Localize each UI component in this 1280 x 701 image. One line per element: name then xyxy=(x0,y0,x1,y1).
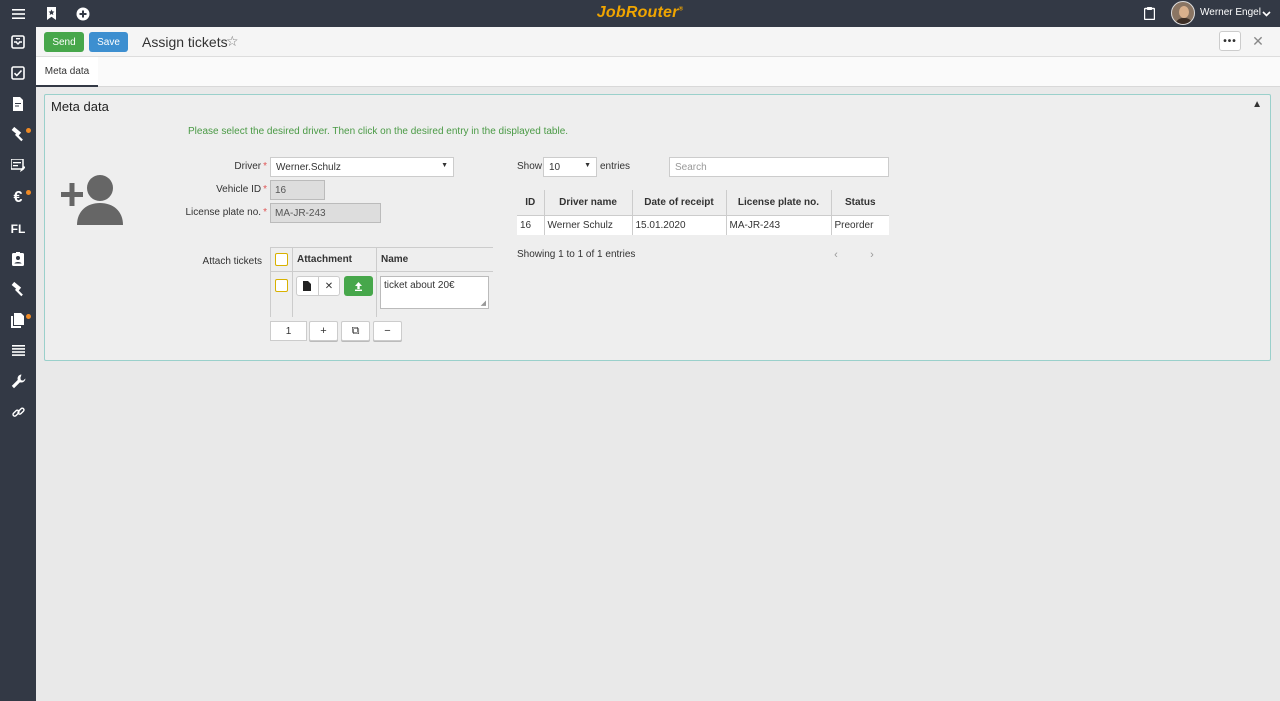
ticket-name-textarea[interactable]: ticket about 20€ ◢ xyxy=(380,276,489,309)
table-cell: Preorder xyxy=(831,215,889,235)
table-row[interactable]: 16 Werner Schulz 15.01.2020 MA-JR-243 Pr… xyxy=(517,215,889,235)
attach-tickets-label: Attach tickets xyxy=(202,256,262,267)
sidebar-item-tasks[interactable] xyxy=(0,59,36,89)
column-header-driver-name[interactable]: Driver name xyxy=(544,190,633,216)
show-label: Show xyxy=(517,161,543,172)
resize-grip-icon[interactable]: ◢ xyxy=(481,299,486,307)
more-options-button[interactable]: ••• xyxy=(1219,31,1241,51)
sidebar-item-list[interactable] xyxy=(0,337,36,367)
table-cell: 15.01.2020 xyxy=(632,215,727,235)
document-icon xyxy=(12,96,24,114)
user-name[interactable]: Werner Engel xyxy=(1200,7,1261,18)
driver-select-value: Werner.Schulz xyxy=(276,161,341,173)
add-user-icon xyxy=(61,173,125,227)
panel-title: Meta data xyxy=(51,99,109,114)
remove-file-icon[interactable]: ✕ xyxy=(317,277,339,295)
tab-meta-data[interactable]: Meta data xyxy=(36,57,98,87)
sidebar-item-inbox[interactable] xyxy=(0,28,36,58)
close-icon[interactable]: ✕ xyxy=(1250,32,1266,50)
link-icon xyxy=(11,406,25,422)
contact-card-icon xyxy=(12,251,24,269)
attachment-grid: Attachment Name ✕ ticket about 20€ ◢ xyxy=(270,247,493,317)
page-title: Assign tickets xyxy=(142,34,228,50)
form-icon xyxy=(10,158,26,175)
sidebar: € FL xyxy=(0,27,36,701)
name-column-header: Name xyxy=(381,254,409,265)
hammer-icon xyxy=(11,126,26,145)
license-plate-label: License plate no. * xyxy=(185,207,267,218)
remove-row-button[interactable]: − xyxy=(373,321,402,341)
attachment-column-header: Attachment xyxy=(297,254,353,265)
wrench-icon xyxy=(11,374,26,392)
drivers-table: ID Driver name Date of receipt License p… xyxy=(517,190,889,235)
save-button[interactable]: Save xyxy=(89,32,128,52)
select-all-checkbox[interactable] xyxy=(275,253,288,266)
app-logo: JobRouter® xyxy=(596,4,684,21)
sidebar-item-settings[interactable] xyxy=(0,368,36,398)
row-count-field[interactable]: 1 xyxy=(270,321,307,341)
page-size-select[interactable]: 10 ▼ xyxy=(543,157,597,177)
vehicle-id-label: Vehicle ID * xyxy=(216,184,267,195)
column-header-id[interactable]: ID xyxy=(517,190,545,216)
dropdown-arrow-icon: ▼ xyxy=(584,162,591,169)
sidebar-item-finance[interactable]: € xyxy=(0,183,36,213)
send-button[interactable]: Send xyxy=(44,32,84,52)
notification-badge xyxy=(26,190,31,195)
column-header-date-of-receipt[interactable]: Date of receipt xyxy=(632,190,727,216)
action-bar: Send Save Assign tickets ☆ ••• ✕ xyxy=(36,27,1280,57)
next-page-button[interactable]: › xyxy=(865,247,879,263)
documents-icon xyxy=(11,313,25,331)
sidebar-item-documents[interactable] xyxy=(0,90,36,120)
file-icon[interactable] xyxy=(297,277,318,295)
column-header-status[interactable]: Status xyxy=(831,190,889,216)
entries-label: entries xyxy=(600,161,631,172)
vehicle-id-field: 16 xyxy=(270,180,325,200)
table-cell: Werner Schulz xyxy=(544,215,633,235)
meta-data-panel: Meta data ▲ Please select the desired dr… xyxy=(44,94,1271,361)
upload-button[interactable] xyxy=(344,276,373,296)
notification-badge xyxy=(26,128,31,133)
add-row-button[interactable]: + xyxy=(309,321,338,341)
star-icon[interactable]: ☆ xyxy=(226,33,239,50)
avatar[interactable] xyxy=(1171,1,1195,25)
license-plate-field: MA-JR-243 xyxy=(270,203,381,223)
chevron-down-icon[interactable] xyxy=(1258,0,1274,27)
table-cell: MA-JR-243 xyxy=(726,215,832,235)
table-cell: 16 xyxy=(517,215,545,235)
attachment-buttons: ✕ xyxy=(296,276,340,296)
copy-row-button[interactable]: ⧉ xyxy=(341,321,370,341)
row-checkbox[interactable] xyxy=(275,279,288,292)
tab-bar: Meta data xyxy=(36,57,1280,87)
task-check-icon xyxy=(11,65,25,83)
column-header-license-plate[interactable]: License plate no. xyxy=(726,190,832,216)
dropdown-arrow-icon: ▼ xyxy=(441,162,448,169)
driver-label: Driver * xyxy=(234,161,267,172)
notification-badge xyxy=(26,314,31,319)
list-icon xyxy=(11,345,25,359)
sidebar-item-tools-2[interactable] xyxy=(0,276,36,306)
prev-page-button[interactable]: ‹ xyxy=(829,247,843,263)
clipboard-icon[interactable] xyxy=(1134,0,1164,27)
table-header-row: ID Driver name Date of receipt License p… xyxy=(517,190,889,216)
sidebar-item-contacts[interactable] xyxy=(0,245,36,275)
page-size-value: 10 xyxy=(549,161,561,173)
driver-select[interactable]: Werner.Schulz ▼ xyxy=(270,157,454,177)
sidebar-item-documents-2[interactable] xyxy=(0,307,36,337)
hammer-icon xyxy=(11,281,26,300)
ticket-name-value: ticket about 20€ xyxy=(384,280,455,291)
collapse-caret-icon[interactable]: ▲ xyxy=(1252,99,1262,110)
instruction-hint: Please select the desired driver. Then c… xyxy=(188,126,569,137)
top-bar: JobRouter® Werner Engel xyxy=(0,0,1280,27)
sidebar-item-links[interactable] xyxy=(0,399,36,429)
inbox-icon xyxy=(11,34,25,52)
sidebar-item-fl[interactable]: FL xyxy=(0,214,36,244)
table-info: Showing 1 to 1 of 1 entries xyxy=(517,249,636,260)
sidebar-item-forms[interactable] xyxy=(0,152,36,182)
fl-icon: FL xyxy=(10,222,26,236)
table-search-input[interactable]: Search xyxy=(669,157,889,177)
euro-icon: € xyxy=(13,189,23,206)
sidebar-item-tools[interactable] xyxy=(0,121,36,151)
